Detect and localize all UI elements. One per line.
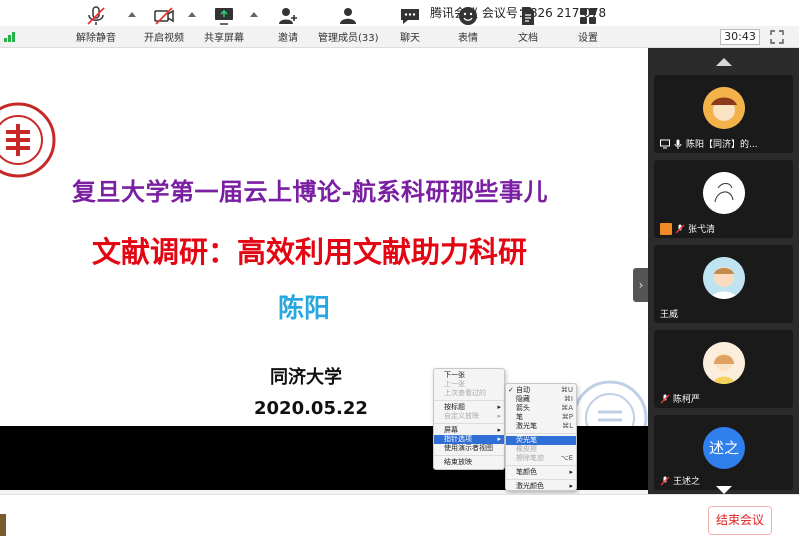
menu-item-pointer-options[interactable]: 指针选项 ▸ <box>434 435 504 444</box>
submenu-arrow-icon: ▸ <box>497 412 501 420</box>
participant-name: 张弋清 <box>660 222 715 235</box>
documents-button[interactable]: 文档 <box>508 6 548 46</box>
menu-separator <box>506 433 576 434</box>
add-user-icon <box>279 8 297 24</box>
emoji-icon <box>459 7 477 25</box>
chat-button[interactable]: 聊天 <box>390 6 430 46</box>
avatar <box>703 172 745 214</box>
video-options-caret[interactable] <box>188 12 196 17</box>
pointer-item-auto[interactable]: ✓ 自动 ⌘U <box>506 386 576 395</box>
menu-item-end-show[interactable]: 结束放映 <box>434 458 504 467</box>
submenu-arrow-icon: ▸ <box>569 468 573 476</box>
pointer-item-erase-ink[interactable]: 擦除笔迹 ⌥E <box>506 454 576 463</box>
menu-item-last-viewed[interactable]: 上次查看过的 <box>434 389 504 398</box>
participant-name: 陈阳【同济】的... <box>660 137 758 150</box>
fullscreen-icon[interactable] <box>770 30 784 44</box>
pointer-item-laser[interactable]: 激光笔 ⌘L <box>506 422 576 431</box>
participant-tile[interactable]: 王威 <box>654 245 793 323</box>
collapse-panel-button[interactable]: › <box>633 268 649 302</box>
chat-icon <box>401 9 419 24</box>
presenter-school: 同济大学 <box>270 367 342 388</box>
chevron-right-icon: › <box>638 278 644 292</box>
menu-separator <box>506 479 576 480</box>
checkmark-icon: ✓ <box>508 386 514 394</box>
slideshow-context-menu: 下一张 上一张 上次查看过的 按标题 ▸ 自定义放映 ▸ 屏幕 ▸ 指针选项 ▸ 使用演… <box>433 368 505 470</box>
meeting-timer: 30:43 <box>720 29 760 45</box>
avatar <box>703 87 745 129</box>
participant-name: 王威 <box>660 310 679 320</box>
participant-name: 陈柯严 <box>660 392 700 405</box>
camera-off-icon <box>154 7 174 25</box>
microphone-muted-icon <box>675 224 685 233</box>
menu-separator <box>434 455 504 456</box>
slide-subtitle: 文献调研：高效利用文献助力科研 <box>92 235 528 269</box>
self-video-thumbnail[interactable] <box>0 514 6 536</box>
menu-item-presenter-view[interactable]: 使用演示者视图 <box>434 444 504 453</box>
pointer-item-laser-color[interactable]: 激光颜色 ▸ <box>506 482 576 491</box>
participant-tile[interactable]: 张弋清 <box>654 160 793 238</box>
menu-item-by-title[interactable]: 按标题 ▸ <box>434 403 504 412</box>
settings-grid-icon <box>580 8 596 24</box>
members-icon <box>340 8 356 24</box>
participant-tile[interactable]: 陈阳【同济】的... <box>654 75 793 153</box>
share-screen-button[interactable]: 共享屏幕 <box>200 6 248 46</box>
university-logo <box>0 102 56 178</box>
microphone-muted-icon <box>87 6 105 25</box>
avatar <box>703 342 745 384</box>
pointer-item-highlighter[interactable]: 荧光笔 <box>506 436 576 445</box>
menu-item-screen[interactable]: 屏幕 ▸ <box>434 426 504 435</box>
menu-item-previous[interactable]: 上一张 <box>434 380 504 389</box>
submenu-arrow-icon: ▸ <box>497 403 501 411</box>
pointer-item-hide[interactable]: 隐藏 ⌘I <box>506 395 576 404</box>
watermark-seal <box>572 380 648 426</box>
presentation-date: 2020.05.22 <box>254 398 368 419</box>
unmute-button[interactable]: 解除静音 <box>72 6 120 46</box>
invite-button[interactable]: 邀请 <box>266 6 310 46</box>
pointer-item-pen-color[interactable]: 笔颜色 ▸ <box>506 468 576 477</box>
presentation-slide: 复旦大学第一届云上博论-航系科研那些事儿 文献调研：高效利用文献助力科研 陈阳 … <box>0 48 648 426</box>
submenu-arrow-icon: ▸ <box>569 482 573 490</box>
screen-share-icon <box>660 139 670 148</box>
scroll-down-arrow-icon[interactable] <box>716 486 732 494</box>
participant-name: 王述之 <box>660 474 700 487</box>
menu-separator <box>506 465 576 466</box>
submenu-arrow-icon: ▸ <box>497 435 501 443</box>
avatar: 述之 <box>703 427 745 469</box>
meeting-toolbar <box>0 494 799 542</box>
pointer-item-eraser[interactable]: 橡皮擦 <box>506 445 576 454</box>
document-icon <box>522 7 534 25</box>
avatar <box>703 257 745 299</box>
signal-strength-icon[interactable] <box>4 32 18 42</box>
microphone-icon <box>674 139 682 149</box>
participant-tile[interactable]: 述之 王述之 <box>654 415 793 490</box>
pointer-item-arrow[interactable]: 箭头 ⌘A <box>506 404 576 413</box>
screen-share-icon <box>215 8 233 25</box>
menu-item-custom-show[interactable]: 自定义放映 ▸ <box>434 412 504 421</box>
scroll-up-arrow-icon[interactable] <box>716 58 732 66</box>
pointer-options-submenu: ✓ 自动 ⌘U 隐藏 ⌘I 箭头 ⌘A 笔 ⌘P 激光笔 ⌘L 荧光笔 橡皮擦 擦除笔迹 ⌥E… <box>505 383 577 491</box>
presenter-name: 陈阳 <box>278 294 331 324</box>
audio-options-caret[interactable] <box>128 12 136 17</box>
microphone-muted-icon <box>660 394 670 403</box>
share-options-caret[interactable] <box>250 12 258 17</box>
start-video-button[interactable]: 开启视频 <box>140 6 188 46</box>
submenu-arrow-icon: ▸ <box>497 426 501 434</box>
menu-item-next[interactable]: 下一张 <box>434 371 504 380</box>
participant-tile[interactable]: 陈柯严 <box>654 330 793 408</box>
menu-separator <box>434 400 504 401</box>
microphone-muted-icon <box>660 476 670 485</box>
settings-button[interactable]: 设置 <box>568 6 608 46</box>
slide-title: 复旦大学第一届云上博论-航系科研那些事儿 <box>72 178 548 206</box>
end-meeting-button[interactable]: 结束会议 <box>708 506 772 535</box>
pointer-item-pen[interactable]: 笔 ⌘P <box>506 413 576 422</box>
menu-separator <box>434 423 504 424</box>
user-badge-icon <box>660 222 672 235</box>
manage-members-button[interactable]: 管理成员(33) <box>318 6 379 46</box>
reactions-button[interactable]: 表情 <box>448 6 488 46</box>
